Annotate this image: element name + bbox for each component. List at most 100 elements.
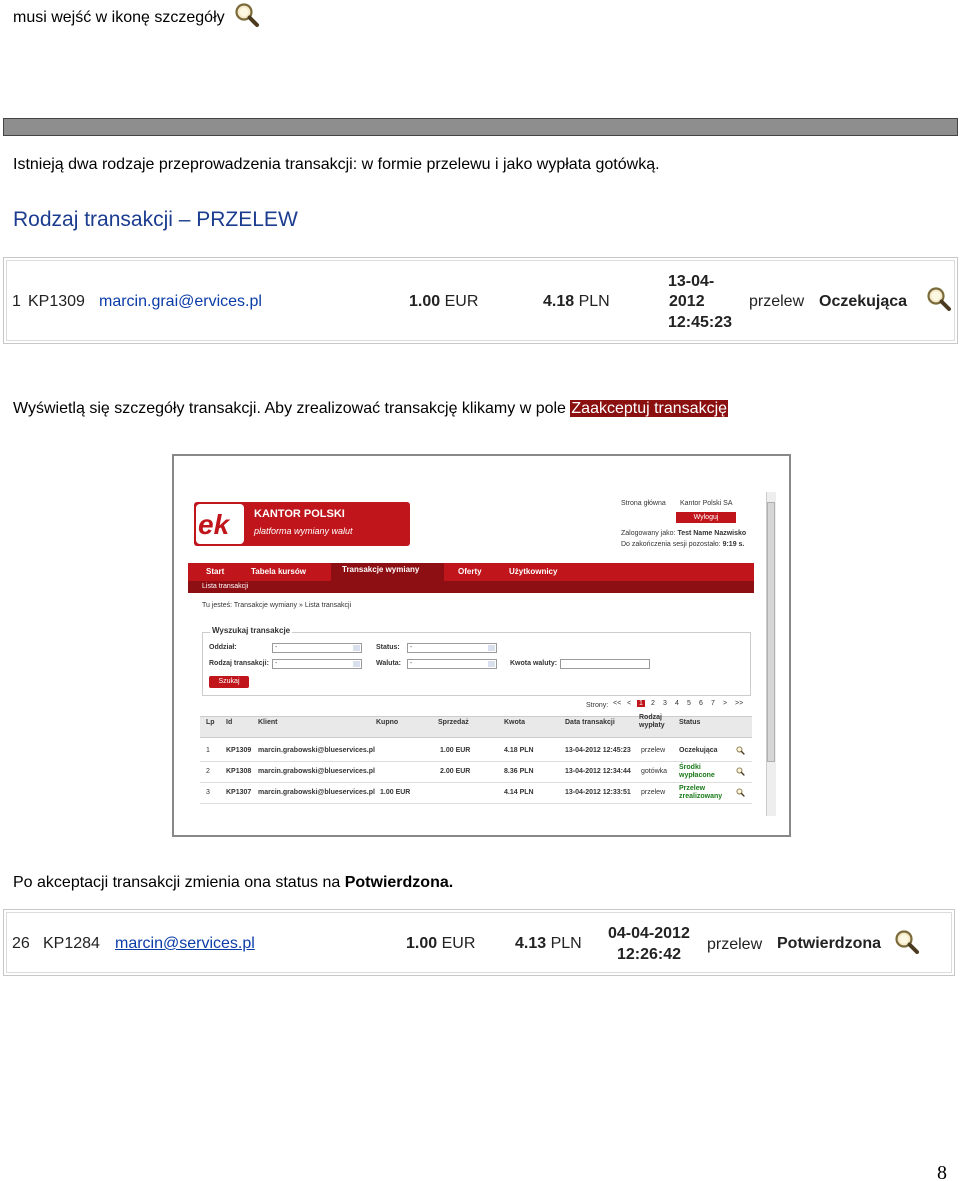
row-lp: 26 [12, 935, 30, 952]
row-email-link[interactable]: marcin.grai@ervices.pl [99, 293, 262, 311]
row-buy-currency: EUR [441, 935, 476, 952]
table-cell-buy: 1.00 EUR [380, 789, 411, 796]
row-type: przelew [749, 293, 805, 310]
table-cell-sell: 1.00 EUR [440, 747, 471, 754]
table-cell-date: 13-04-2012 12:45:23 [565, 747, 631, 754]
column-header[interactable]: Rodzaj wypłaty [639, 714, 669, 730]
table-cell-id: KP1309 [226, 747, 252, 754]
logo-ek-icon: ek [196, 504, 244, 544]
table-body: 1 KP1309 marcin.grabowski@blueservices.pl 1… [174, 741, 789, 811]
table-cell-client[interactable]: marcin.grabowski@blueservices.pl [258, 789, 375, 796]
nav-users[interactable]: Użytkownicy [509, 567, 557, 576]
table-cell-amount: 8.36 PLN [504, 768, 534, 775]
nav-offers[interactable]: Oferty [458, 567, 482, 576]
table-cell-id: KP1308 [226, 768, 252, 775]
nav-transactions[interactable]: Transakcje wymiany [342, 565, 419, 574]
column-header[interactable]: Lp [206, 719, 215, 727]
magnifier-icon[interactable] [234, 2, 260, 28]
label-rodzaj: Rodzaj transakcji: [209, 660, 269, 667]
column-header[interactable]: Status [679, 719, 700, 727]
page-link[interactable]: << [611, 700, 623, 707]
table-cell-amount: 4.18 PLN [504, 747, 534, 754]
input-kwota[interactable] [560, 659, 650, 669]
select-oddzial[interactable]: - [272, 643, 362, 653]
row-id: KP1309 [28, 293, 85, 310]
select-waluta[interactable]: - [407, 659, 497, 669]
pages-label: Strony: [586, 702, 609, 709]
table-cell-lp: 3 [206, 789, 210, 796]
session-time: 9:19 s. [722, 541, 745, 548]
details-magnifier-icon[interactable] [926, 286, 952, 312]
page-link[interactable]: 2 [649, 700, 657, 707]
page-link[interactable]: 4 [673, 700, 681, 707]
paragraph-details-text: Wyświetlą się szczegóły transakcji. Aby … [13, 400, 571, 417]
search-button[interactable]: Szukaj [209, 676, 249, 688]
embedded-screenshot: ek KANTOR POLSKI platforma wymiany walut… [172, 454, 791, 837]
paragraph-details: Wyświetlą się szczegóły transakcji. Aby … [13, 400, 729, 418]
label-waluta: Waluta: [376, 660, 402, 667]
table-cell-status: Środki wypłacone [679, 764, 715, 779]
logo-subtitle: platforma wymiany walut [254, 526, 353, 536]
table-cell-client[interactable]: marcin.grabowski@blueservices.pl [258, 768, 375, 775]
page-link[interactable]: 1 [637, 700, 645, 707]
page-link[interactable]: >> [733, 700, 745, 707]
page-link[interactable]: < [625, 700, 633, 707]
page-link[interactable]: 5 [685, 700, 693, 707]
nav-rates[interactable]: Tabela kursów [251, 567, 306, 576]
link-home[interactable]: Strona główna [621, 500, 666, 507]
row-sell-currency: PLN [550, 935, 582, 952]
row-id: KP1284 [43, 935, 100, 952]
row-date-line1: 13-04- [668, 273, 715, 290]
row-date-line1: 04-04-2012 [608, 925, 690, 942]
table-cell-date: 13-04-2012 12:33:51 [565, 789, 631, 796]
table-cell-lp: 1 [206, 747, 210, 754]
paragraph-transaction-types: Istnieją dwa rodzaje przeprowadzenia tra… [13, 156, 660, 173]
table-cell-sell: 2.00 EUR [440, 768, 471, 775]
sub-nav [188, 581, 754, 593]
row-details-magnifier-icon[interactable] [736, 788, 745, 797]
column-header[interactable]: Kupno [376, 719, 398, 727]
paragraph-status-change-text: Po akceptacji transakcji zmienia ona sta… [13, 874, 345, 891]
row-details-magnifier-icon[interactable] [736, 746, 745, 755]
scrollbar-thumb[interactable] [767, 502, 775, 762]
row-details-magnifier-icon[interactable] [736, 767, 745, 776]
column-header[interactable]: Klient [258, 719, 277, 727]
logged-as-label: Zalogowany jako: [621, 530, 676, 537]
table-cell-client[interactable]: marcin.grabowski@blueservices.pl [258, 747, 375, 754]
row-date-line2: 2012 [669, 293, 705, 310]
row-sell-amount: 4.18 [543, 293, 575, 310]
column-header[interactable]: Sprzedaż [438, 719, 469, 727]
subnav-list[interactable]: Lista transakcji [202, 583, 248, 590]
logout-button[interactable]: Wyloguj [676, 512, 736, 523]
transaction-row-przelew: 1 KP1309 marcin.grai@ervices.pl 1.00 EUR… [3, 257, 958, 344]
select-rodzaj[interactable]: - [272, 659, 362, 669]
label-status: Status: [376, 644, 400, 651]
nav-start[interactable]: Start [206, 567, 224, 576]
row-lp: 1 [12, 293, 21, 310]
row-status: Oczekująca [819, 293, 908, 310]
label-kwota: Kwota waluty: [510, 660, 558, 667]
details-magnifier-icon[interactable] [894, 929, 920, 955]
row-buy-amount: 1.00 [409, 293, 441, 310]
column-header[interactable]: Kwota [504, 719, 525, 727]
breadcrumb: Tu jesteś: Transakcje wymiany » Lista tr… [202, 602, 352, 609]
search-title: Wyszukaj transakcje [210, 626, 293, 635]
row-email-link[interactable]: marcin@services.pl [115, 935, 255, 953]
page-link[interactable]: 6 [697, 700, 705, 707]
link-company[interactable]: Kantor Polski SA [680, 500, 733, 507]
row-status: Potwierdzona [777, 935, 882, 952]
page-link[interactable]: 3 [661, 700, 669, 707]
column-header[interactable]: Data transakcji [565, 719, 615, 727]
row-date-line3: 12:45:23 [668, 314, 733, 331]
select-status[interactable]: - [407, 643, 497, 653]
table-cell-id: KP1307 [226, 789, 252, 796]
logged-as-name: Test Name Nazwisko [677, 530, 747, 537]
page-number: 8 [937, 1162, 947, 1181]
page-link[interactable]: 7 [709, 700, 717, 707]
table-cell-status: Oczekująca [679, 747, 718, 754]
table-cell-status: Przelew zrealizowany [679, 785, 723, 800]
page-link[interactable]: > [721, 700, 729, 707]
accept-transaction-highlight[interactable]: Zaakceptuj transakcję [570, 400, 729, 417]
column-header[interactable]: Id [226, 719, 232, 727]
transaction-row-confirmed: 26 KP1284 marcin@services.pl 1.00 EUR 4.… [3, 909, 955, 976]
